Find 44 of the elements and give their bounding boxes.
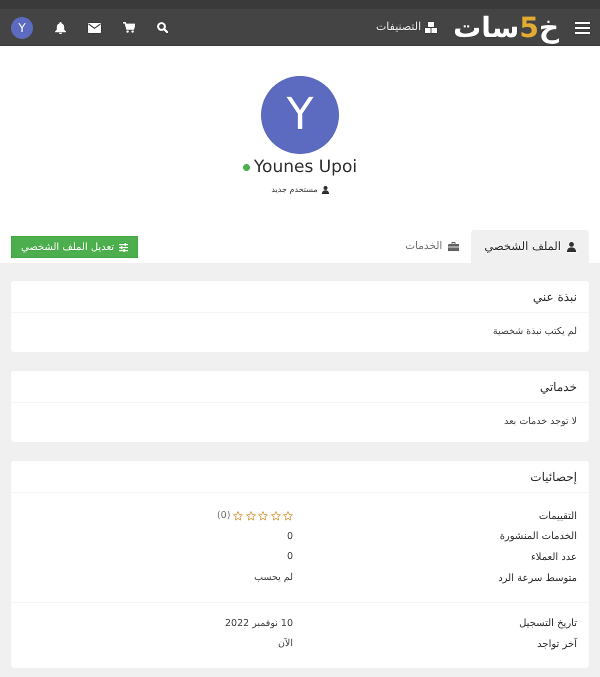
messages-button[interactable]: [88, 21, 101, 34]
profile-avatar: Y: [261, 76, 339, 154]
card-title: نبذة عني: [532, 288, 577, 306]
stat-value: 10 نوفمبر 2022: [224, 616, 293, 631]
stat-value: لم يحسب: [254, 570, 293, 585]
star-icon: [258, 511, 268, 522]
card-title: إحصائيات: [530, 468, 577, 486]
search-icon: [157, 22, 168, 33]
briefcase-icon: [448, 242, 460, 251]
card-text: لم يكتب نبذة شخصية: [492, 325, 577, 340]
stat-label: الخدمات المنشورة: [500, 531, 577, 542]
rating-count: (0): [216, 509, 230, 524]
star-icon: [270, 511, 281, 522]
profile-name: Younes Upoi: [254, 156, 358, 178]
stat-label: التقييمات: [538, 510, 577, 522]
user-role-text: مستخدم جديد: [271, 184, 318, 196]
user-avatar[interactable]: Y: [11, 16, 33, 38]
stat-label: تاريخ التسجيل: [519, 618, 577, 630]
search-button[interactable]: [156, 21, 169, 34]
menu-button[interactable]: [575, 22, 590, 34]
star-icon: [246, 511, 256, 522]
user-icon: [322, 186, 329, 194]
categories-link[interactable]: التصنيفات: [376, 19, 438, 36]
stat-value: الآن: [278, 637, 293, 652]
menu-icon: [575, 22, 590, 34]
stat-value: 0: [286, 530, 293, 544]
stat-value: 0: [286, 550, 293, 564]
profile-tab[interactable]: الخدمات: [393, 230, 472, 263]
card-title: خدماتي: [540, 378, 577, 396]
notifications-button[interactable]: [54, 21, 67, 34]
cart-icon: [122, 22, 134, 33]
cart-button[interactable]: [122, 21, 135, 34]
stat-label: عدد العملاء: [531, 552, 577, 563]
bell-icon: [55, 22, 66, 34]
user-icon: [567, 242, 576, 252]
profile-tab[interactable]: الملف الشخصي: [471, 230, 589, 263]
sliders-icon: [119, 242, 128, 252]
cubes-icon: [425, 22, 438, 33]
stat-label: آخر تواجد: [537, 638, 577, 650]
star-icon: [233, 511, 244, 522]
envelope-icon: [88, 22, 101, 32]
stat-label: متوسط سرعة الرد: [498, 572, 577, 584]
card-text: لا توجد خدمات بعد: [504, 415, 577, 430]
star-icon: [283, 511, 293, 522]
